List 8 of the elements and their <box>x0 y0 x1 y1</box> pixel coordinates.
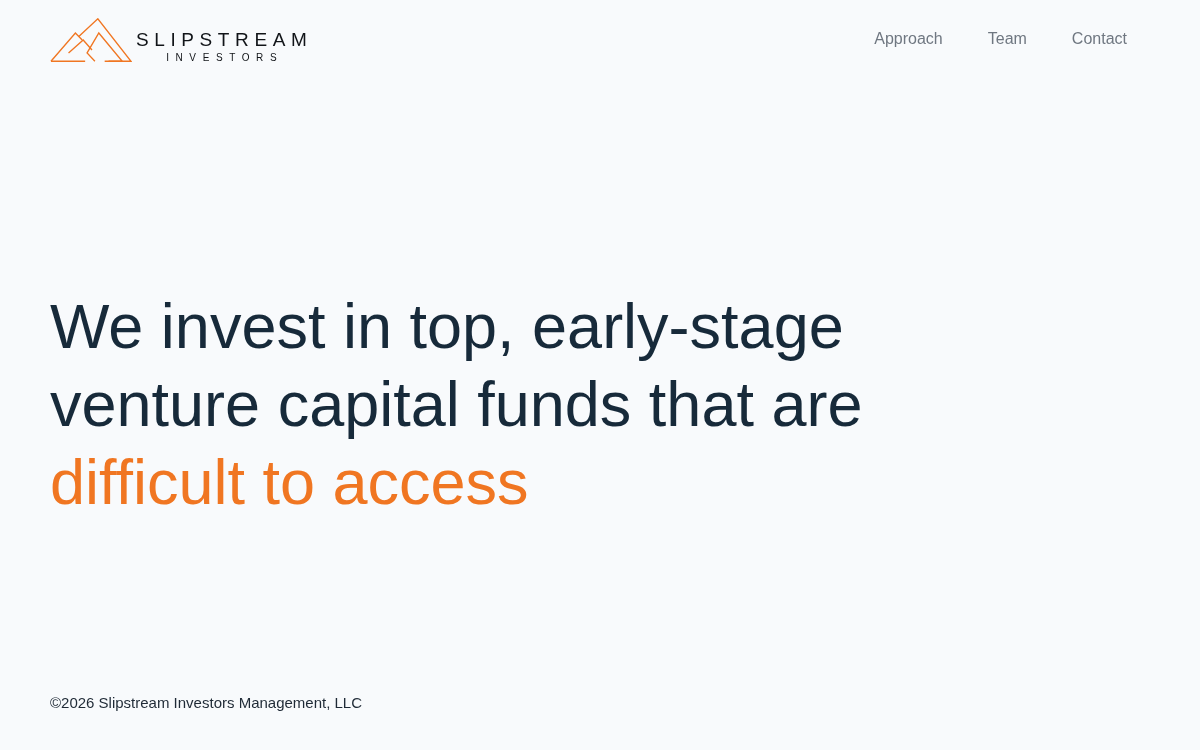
mountain-logo-icon <box>50 18 132 62</box>
copyright-text: ©2026 Slipstream Investors Management, LLC <box>50 694 363 711</box>
nav-link[interactable]: Contact <box>1071 29 1127 48</box>
nav-link[interactable]: Approach <box>874 29 943 48</box>
hero-headline: We invest in top, early-stage venture capital funds that are difficult to access <box>50 290 864 519</box>
nav-link[interactable]: Team <box>987 29 1027 48</box>
brand-name: SLIPSTREAM <box>136 30 313 49</box>
brand-tagline: INVESTORS <box>166 52 284 64</box>
